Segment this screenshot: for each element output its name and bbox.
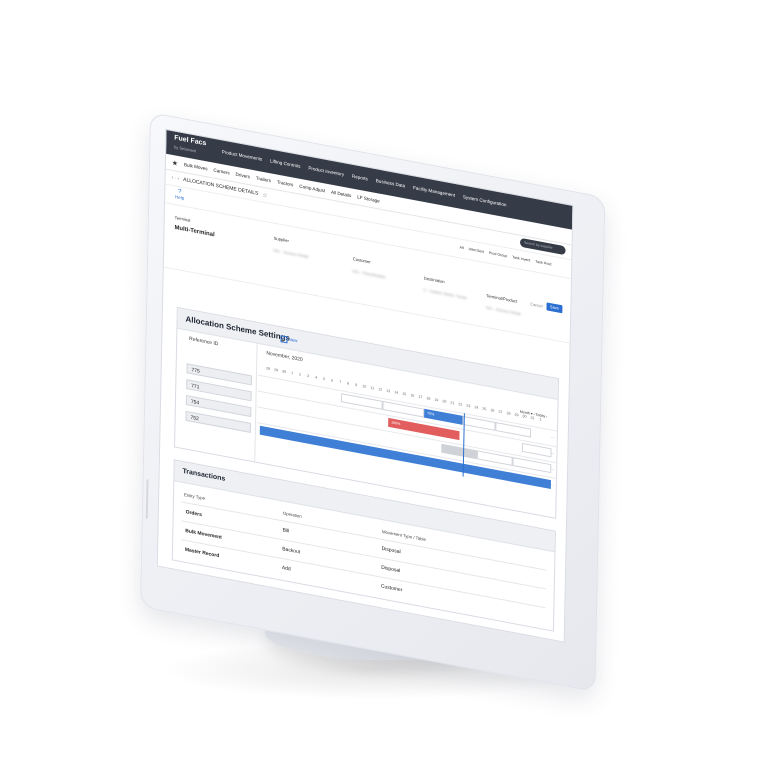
destination-value[interactable]: 0 - Carbon Street, Texas (424, 287, 467, 300)
favorites-star-icon[interactable]: ★ (172, 158, 178, 167)
column-header-entity-type: Entity Type (183, 492, 206, 501)
new-button[interactable]: + New (280, 335, 298, 345)
gantt-day: 31 (530, 415, 535, 421)
table-cell-entity: Bulk Movement (185, 528, 222, 541)
row-menu-icon[interactable]: … (551, 433, 555, 439)
sub-nav-item[interactable]: Drivers (236, 172, 251, 180)
sub-nav-item[interactable]: Trailers (256, 176, 271, 184)
gantt-day: 20 (442, 399, 447, 404)
gantt-day: 14 (394, 390, 399, 395)
row-menu-icon[interactable]: … (550, 465, 554, 471)
sub-nav-item[interactable]: Carriers (213, 168, 229, 176)
gantt-day: 11 (370, 385, 375, 391)
supplier-label: Supplier (273, 235, 289, 244)
column-header-operation: Operation (282, 510, 302, 519)
terminal-value[interactable]: Multi-Terminal (174, 225, 214, 238)
gantt-day: 12 (378, 387, 383, 392)
row-menu-icon[interactable]: … (551, 449, 555, 455)
allocation-bar[interactable] (521, 442, 552, 458)
help-button[interactable]: ? Help (175, 188, 184, 202)
gantt-day: 4 (315, 375, 318, 380)
main-nav-item[interactable]: Product Movements (222, 149, 263, 162)
gantt-day: 22 (458, 402, 463, 407)
gantt-day: 19 (434, 397, 439, 403)
sub-nav-item[interactable]: Tractors (277, 179, 294, 187)
toolbar-tab[interactable]: Prod Group (489, 251, 507, 258)
gantt-day: 29 (274, 367, 279, 373)
nav-arrows-icon[interactable]: ‹ · › (171, 175, 179, 182)
table-cell-movement: Disposal (381, 545, 401, 556)
new-label: New (288, 336, 298, 344)
table-cell-movement: Disposal (381, 564, 401, 575)
gantt-day: 30 (282, 369, 287, 374)
destination-label: Destination (423, 275, 445, 285)
monitor-side-button (145, 479, 149, 520)
gantt-day: 2 (299, 372, 302, 377)
gantt-day: 16 (410, 393, 415, 398)
customer-value[interactable]: 001 - PetroRetailer (352, 268, 385, 279)
app-logo-subtitle: by Seismant (174, 144, 196, 154)
table-cell-operation: Backout (282, 546, 301, 556)
toolbar-tab[interactable]: Alt (460, 245, 464, 250)
gantt-day: 3 (307, 373, 310, 379)
allocation-bar[interactable] (462, 415, 496, 431)
toolbar-tab[interactable]: Allot Dest (469, 247, 484, 254)
gantt-day: 27 (498, 409, 503, 415)
table-cell-operation: Add (281, 564, 291, 573)
gantt-day: 21 (450, 400, 455, 406)
table-cell-entity: Master Record (184, 546, 220, 560)
gantt-day: 25 (482, 406, 487, 412)
terminal-product-value[interactable]: 001 - Sunoco Retail (486, 305, 521, 316)
row-menu-icon[interactable]: … (550, 481, 554, 487)
supplier-value[interactable]: 001 - Sunoco Retail (273, 247, 308, 258)
table-cell-operation: Bill (282, 527, 290, 535)
gantt-day: 29 (514, 412, 519, 418)
main-nav-item[interactable]: Reports (352, 174, 368, 182)
gantt-day: 9 (355, 382, 358, 388)
gantt-day: 6 (331, 378, 334, 383)
gantt-day: 1 (291, 370, 294, 376)
help-label: Help (175, 194, 185, 201)
monitor-frame: Fuel Facs by Seismant Product Movements … (140, 112, 606, 693)
gantt-day: 10 (362, 384, 367, 389)
main-nav-item[interactable]: Lifting Controls (270, 158, 300, 169)
gantt-day: 23 (466, 403, 471, 409)
favorite-star-icon[interactable]: ☆ (262, 191, 267, 199)
gantt-day: 24 (474, 405, 479, 410)
main-nav-item[interactable]: Business Data (376, 178, 405, 188)
table-cell-entity: Orders (185, 509, 202, 519)
plus-icon: + (280, 335, 288, 344)
save-button[interactable]: Save (546, 302, 563, 314)
gantt-day: 26 (490, 408, 495, 413)
gantt-day: 15 (402, 391, 407, 397)
main-nav-item[interactable]: Facility Management (413, 185, 455, 198)
gantt-month-label: November, 2020 (266, 350, 303, 364)
main-nav-item[interactable]: System Configuration (463, 194, 507, 207)
main-nav-item[interactable]: Product Inventory (308, 165, 344, 177)
terminal-label: Terminal (174, 215, 191, 223)
gantt-day: 7 (339, 379, 342, 385)
gantt-day: 8 (347, 381, 350, 386)
gantt-day: 1 (539, 417, 542, 422)
gantt-day: 13 (386, 388, 391, 394)
gantt-day: 28 (506, 411, 511, 416)
sub-nav-item[interactable]: LF Storage (357, 194, 380, 203)
terminal-product-label: Terminal/Product (486, 293, 518, 304)
app-screen: Fuel Facs by Seismant Product Movements … (156, 128, 574, 643)
gantt-day: 28 (266, 366, 271, 371)
gantt-day: 30 (522, 414, 527, 419)
cancel-button[interactable]: Cancel (530, 301, 542, 308)
sub-nav-item[interactable]: Comp Adjust (299, 184, 325, 194)
gantt-day: 18 (426, 396, 431, 401)
toolbar-tab[interactable]: Tank Invent (512, 255, 530, 262)
toolbar-tab[interactable]: Tank Prod (535, 260, 551, 267)
sub-nav-item[interactable]: Bulk Moves (184, 162, 208, 171)
sub-nav-item[interactable]: All Details (331, 190, 351, 199)
gantt-day: 5 (323, 376, 326, 382)
gantt-day: 17 (418, 394, 423, 400)
transactions-title: Transactions (182, 467, 226, 483)
customer-label: Customer (352, 256, 371, 265)
table-cell-movement: Customer (380, 583, 403, 594)
